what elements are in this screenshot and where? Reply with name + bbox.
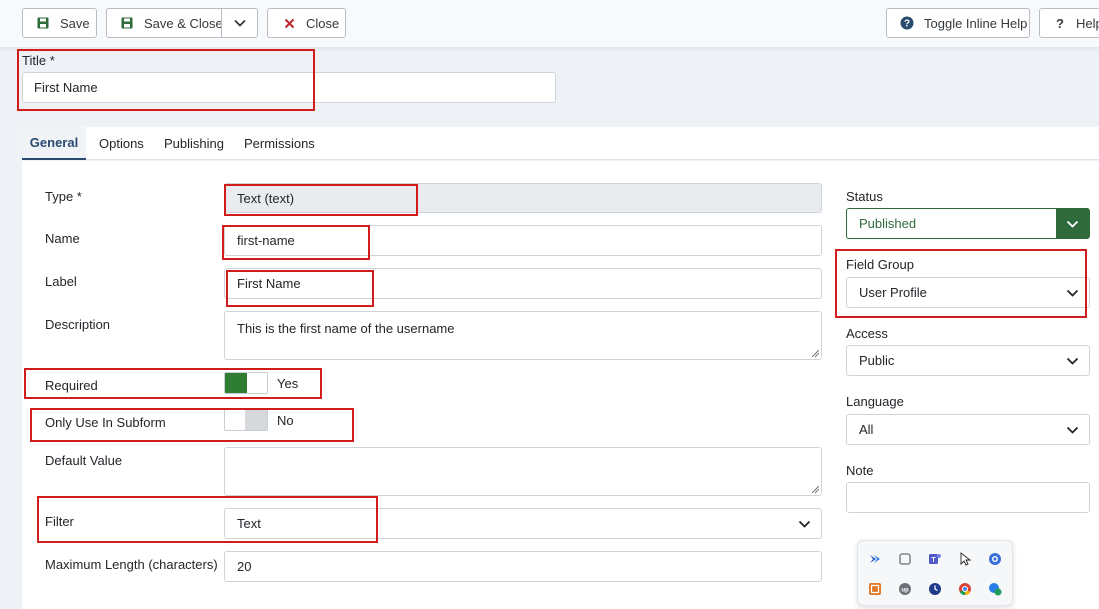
description-textarea[interactable]: This is the first name of the username xyxy=(224,311,822,360)
language-label: Language xyxy=(846,394,904,409)
title-input[interactable]: First Name xyxy=(22,72,556,103)
filter-select[interactable]: Text xyxy=(224,508,822,539)
default-value-textarea[interactable] xyxy=(224,447,822,496)
access-label: Access xyxy=(846,326,888,341)
toggle-inline-help-label: Toggle Inline Help xyxy=(924,15,1028,31)
field-group-select[interactable]: User Profile xyxy=(846,277,1090,308)
status-dropdown-button[interactable] xyxy=(1056,209,1089,238)
field-group-label: Field Group xyxy=(846,257,914,272)
status-select[interactable]: Published xyxy=(846,208,1090,239)
vpn-icon[interactable] xyxy=(988,552,1002,566)
subform-toggle[interactable] xyxy=(224,409,268,431)
tab-bar: General Options Publishing Permissions xyxy=(22,127,1099,160)
tab-publishing[interactable]: Publishing xyxy=(164,127,224,160)
chevron-down-icon xyxy=(1066,289,1079,297)
toggle-off-indicator xyxy=(245,410,267,430)
type-field: Text (text) xyxy=(224,183,822,213)
save-label: Save xyxy=(60,15,90,31)
help-button[interactable]: ? Help xyxy=(1039,8,1099,38)
filter-value: Text xyxy=(237,516,261,531)
save-close-label: Save & Close xyxy=(144,15,223,31)
help-label: Help xyxy=(1075,15,1099,31)
toggle-on-indicator xyxy=(225,373,247,393)
save-dropdown-toggle[interactable] xyxy=(221,9,257,37)
resize-handle-icon[interactable] xyxy=(812,350,819,357)
required-label: Required xyxy=(45,378,98,393)
app-icon[interactable] xyxy=(868,582,882,596)
arrow-icon[interactable] xyxy=(868,552,882,566)
toggle-inline-help-button[interactable]: ? Toggle Inline Help xyxy=(886,8,1030,38)
tab-permissions[interactable]: Permissions xyxy=(244,127,315,160)
chevron-down-icon xyxy=(1066,220,1079,228)
subform-value: No xyxy=(277,413,294,428)
label-input[interactable]: First Name xyxy=(224,268,822,299)
chevron-down-icon xyxy=(1066,357,1079,365)
save-icon xyxy=(120,16,134,30)
max-length-input[interactable]: 20 xyxy=(224,551,822,582)
filter-label: Filter xyxy=(45,514,74,529)
toolbar: Save Save & Close Close ? Toggle Inline … xyxy=(0,0,1099,48)
tab-options[interactable]: Options xyxy=(99,127,144,160)
status-value: Published xyxy=(859,216,917,231)
type-label: Type * xyxy=(45,189,82,204)
required-value: Yes xyxy=(277,376,299,391)
clock-icon[interactable] xyxy=(928,582,942,596)
save-close-button[interactable]: Save & Close xyxy=(106,8,258,38)
question-mark-icon: ? xyxy=(1056,15,1064,31)
close-label: Close xyxy=(306,15,340,31)
access-select[interactable]: Public xyxy=(846,345,1090,376)
language-value: All xyxy=(859,422,874,437)
required-toggle[interactable] xyxy=(224,372,268,394)
close-icon xyxy=(282,16,296,30)
svg-text:?: ? xyxy=(904,19,910,30)
name-label: Name xyxy=(45,231,80,246)
status-label: Status xyxy=(846,189,883,204)
max-length-label: Maximum Length (characters) xyxy=(45,557,218,572)
description-text: This is the first name of the username xyxy=(237,321,455,336)
label-label: Label xyxy=(45,274,77,289)
help-circle-icon: ? xyxy=(900,16,914,30)
resize-handle-icon[interactable] xyxy=(812,486,819,493)
title-label: Title * xyxy=(22,53,55,68)
teams-icon[interactable]: T xyxy=(928,552,942,566)
description-label: Description xyxy=(45,317,111,332)
window-icon[interactable] xyxy=(898,552,912,566)
chevron-down-icon xyxy=(1066,426,1079,434)
field-group-value: User Profile xyxy=(859,285,927,300)
default-value-label: Default Value xyxy=(45,453,123,468)
chrome-icon[interactable] xyxy=(958,582,972,596)
subform-label: Only Use In Subform xyxy=(45,415,166,430)
note-label: Note xyxy=(846,463,874,478)
system-tray-popup: T up xyxy=(857,540,1013,606)
language-select[interactable]: All xyxy=(846,414,1090,445)
note-input[interactable] xyxy=(846,482,1090,513)
chevron-down-icon xyxy=(798,520,811,528)
chevron-down-icon xyxy=(233,19,246,27)
up-icon[interactable]: up xyxy=(898,582,912,596)
save-icon xyxy=(36,16,50,30)
cursor-icon[interactable] xyxy=(958,552,972,566)
svg-text:T: T xyxy=(931,557,936,564)
access-value: Public xyxy=(859,353,895,368)
tab-general[interactable]: General xyxy=(22,127,86,160)
shield-icon[interactable] xyxy=(988,582,1002,596)
svg-text:up: up xyxy=(901,588,909,594)
save-button[interactable]: Save xyxy=(22,8,97,38)
name-input[interactable]: first-name xyxy=(224,225,822,256)
close-button[interactable]: Close xyxy=(267,8,346,38)
